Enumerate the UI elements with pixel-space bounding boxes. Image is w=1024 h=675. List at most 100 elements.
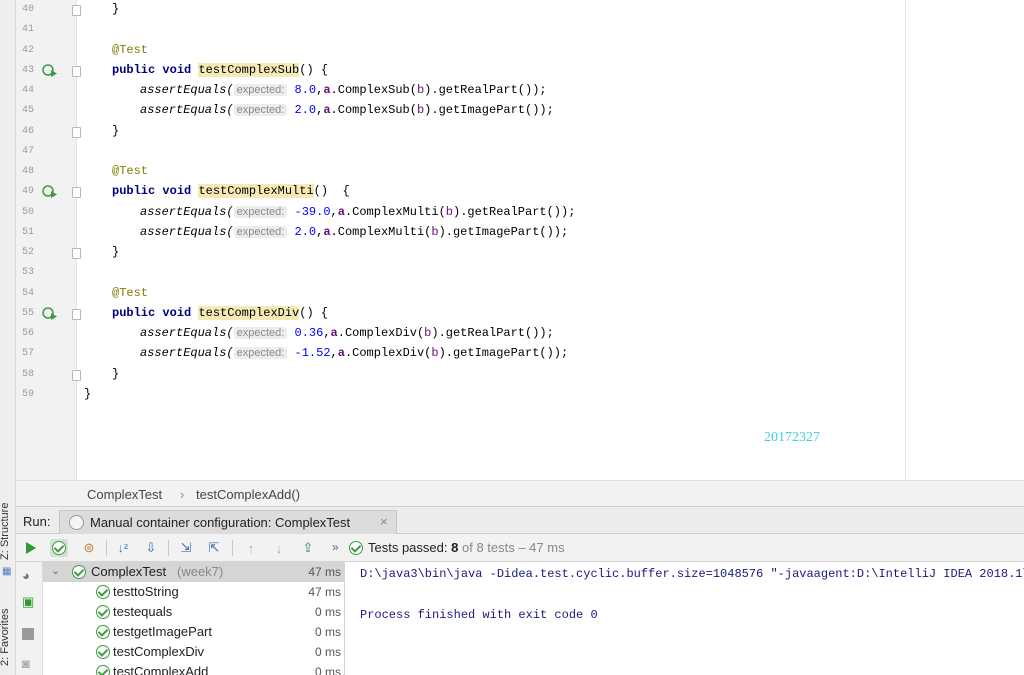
test-row[interactable]: testComplexAdd 0 ms bbox=[43, 662, 345, 675]
next-failed-icon[interactable]: ↓ bbox=[270, 539, 288, 557]
toolbar-divider bbox=[106, 540, 107, 556]
fold-marker-icon[interactable] bbox=[72, 5, 81, 16]
tree-root-row[interactable]: ⌄ ComplexTest (week7) 47 ms bbox=[43, 562, 345, 582]
dot: . bbox=[330, 83, 338, 97]
paren-close: ) bbox=[438, 224, 446, 239]
dot: . bbox=[330, 103, 338, 118]
getter-name: getImagePart bbox=[452, 224, 540, 239]
stop-icon[interactable] bbox=[22, 628, 34, 640]
test-time: 0 ms bbox=[314, 665, 341, 675]
chevron-down-icon[interactable]: ⌄ bbox=[51, 564, 60, 577]
param-hint: expected: bbox=[233, 347, 288, 360]
method-declaration[interactable]: public void testComplexDiv() { bbox=[112, 305, 328, 320]
run-config-tab[interactable]: Manual container configuration: ComplexT… bbox=[59, 510, 397, 534]
keyword-void: void bbox=[162, 184, 192, 199]
export-results-icon[interactable]: ⇪ bbox=[299, 539, 317, 557]
run-config-title: Manual container configuration: ComplexT… bbox=[90, 515, 351, 530]
expected-value: -39.0 bbox=[294, 204, 331, 219]
dot: . bbox=[445, 346, 453, 361]
collapse-all-icon[interactable]: ⇱ bbox=[205, 539, 223, 557]
sort-duration-icon[interactable]: ⇩ bbox=[142, 539, 160, 557]
breadcrumb-class[interactable]: ComplexTest bbox=[87, 487, 162, 502]
annotation: @Test bbox=[112, 164, 149, 178]
line-number: 42 bbox=[21, 44, 34, 56]
code-line[interactable]: } bbox=[112, 245, 119, 259]
keyword-public: public bbox=[112, 305, 156, 320]
fold-marker-icon[interactable] bbox=[72, 308, 81, 320]
assert-line[interactable]: assertEquals(expected: 8.0,a.ComplexSub(… bbox=[140, 83, 547, 97]
line-number: 45 bbox=[21, 105, 34, 117]
assert-call: assertEquals( bbox=[140, 346, 234, 361]
expected-value: 8.0 bbox=[294, 83, 317, 97]
test-row[interactable]: testComplexDiv 0 ms bbox=[43, 642, 345, 662]
run-test-icon[interactable] bbox=[42, 307, 58, 321]
more-actions-icon[interactable]: » bbox=[332, 540, 339, 554]
code-line[interactable]: } bbox=[112, 367, 119, 381]
tests-passed-icon bbox=[349, 541, 363, 555]
var-a: a bbox=[330, 326, 338, 340]
toolbar-divider bbox=[168, 540, 169, 556]
keyword-public: public bbox=[112, 184, 156, 199]
code-line[interactable]: @Test bbox=[112, 286, 148, 300]
call-end: ()); bbox=[525, 326, 554, 340]
test-row[interactable]: testequals 0 ms bbox=[43, 602, 345, 622]
method-name: testComplexSub bbox=[198, 62, 300, 77]
line-number: 47 bbox=[21, 145, 34, 157]
fold-marker-icon[interactable] bbox=[72, 65, 81, 77]
code-line[interactable]: } bbox=[112, 124, 119, 138]
paren-open: ( bbox=[438, 204, 446, 219]
fold-marker-icon[interactable] bbox=[72, 187, 81, 199]
line-number: 51 bbox=[21, 226, 34, 238]
rerun-icon[interactable] bbox=[22, 539, 40, 557]
code-line[interactable]: @Test bbox=[112, 43, 148, 57]
comma: , bbox=[323, 326, 331, 340]
code-line[interactable]: } bbox=[112, 2, 119, 16]
code-line[interactable]: @Test bbox=[112, 164, 148, 178]
line-number: 58 bbox=[21, 368, 34, 380]
fold-marker-icon[interactable] bbox=[72, 126, 81, 138]
code-editor[interactable]: 40 41 42 43 44 45 46 47 48 49 50 51 52 53 54 55 56 57 58 59… bbox=[16, 0, 1024, 480]
assert-line[interactable]: assertEquals(expected: -39.0,a.ComplexMu… bbox=[140, 205, 575, 219]
method-declaration[interactable]: public void testComplexMulti() { bbox=[112, 184, 350, 199]
assert-line[interactable]: assertEquals(expected: 2.0,a.ComplexMult… bbox=[140, 225, 568, 239]
show-ignored-icon[interactable]: ⊜ bbox=[80, 539, 98, 557]
run-test-icon[interactable] bbox=[42, 185, 58, 199]
previous-failed-icon[interactable]: ↑ bbox=[242, 539, 260, 557]
camera-icon[interactable]: ◙ bbox=[22, 656, 30, 671]
call-name: ComplexMulti bbox=[352, 204, 439, 219]
test-name: testComplexDiv bbox=[113, 644, 205, 659]
structure-tab[interactable]: Z: Structure bbox=[0, 503, 11, 560]
test-results-tree[interactable]: ⌄ ComplexTest (week7) 47 ms testtoString… bbox=[43, 562, 345, 675]
fold-marker-icon[interactable] bbox=[72, 248, 81, 259]
sort-alpha-icon[interactable]: ↓ᶻ bbox=[114, 539, 132, 557]
getter-name: getImagePart bbox=[452, 346, 540, 361]
coverage-icon[interactable]: ▣ bbox=[22, 594, 34, 610]
line-number: 57 bbox=[21, 348, 34, 360]
code-line[interactable]: } bbox=[84, 387, 91, 401]
var-a: a bbox=[323, 103, 331, 118]
console-output[interactable]: D:\java3\bin\java -Didea.test.cyclic.buf… bbox=[346, 562, 1024, 675]
dump-threads-icon[interactable]: ◕ bbox=[22, 568, 30, 583]
fold-marker-icon[interactable] bbox=[72, 369, 81, 381]
structure-icon[interactable]: ▦ bbox=[2, 566, 11, 577]
assert-line[interactable]: assertEquals(expected: -1.52,a. ComplexDi… bbox=[140, 346, 568, 360]
paren-close: ) bbox=[431, 326, 439, 340]
paren-close: ) bbox=[438, 346, 446, 361]
test-time: 47 ms bbox=[308, 585, 341, 599]
status-count: 8 bbox=[451, 540, 459, 555]
breadcrumb-method[interactable]: testComplexAdd() bbox=[196, 487, 300, 502]
close-tab-icon[interactable]: × bbox=[380, 514, 388, 529]
test-row[interactable]: testtoString 47 ms bbox=[43, 582, 345, 602]
test-row[interactable]: testgetImagePart 0 ms bbox=[43, 622, 345, 642]
expected-value: 2.0 bbox=[294, 224, 317, 239]
show-passed-icon[interactable] bbox=[50, 539, 68, 557]
toolbar-divider bbox=[232, 540, 233, 556]
method-declaration[interactable]: public void testComplexSub() { bbox=[112, 62, 328, 77]
console-exit-line: Process finished with exit code 0 bbox=[360, 608, 598, 622]
assert-line[interactable]: assertEquals(expected: 0.36,a.ComplexDiv… bbox=[140, 326, 554, 340]
favorites-tab[interactable]: 2: Favorites bbox=[0, 609, 11, 666]
run-test-icon[interactable] bbox=[42, 64, 58, 78]
assert-line[interactable]: assertEquals(expected: 2.0,a.ComplexSub(… bbox=[140, 103, 554, 117]
var-b: b bbox=[445, 204, 453, 219]
expand-all-icon[interactable]: ⇲ bbox=[177, 539, 195, 557]
